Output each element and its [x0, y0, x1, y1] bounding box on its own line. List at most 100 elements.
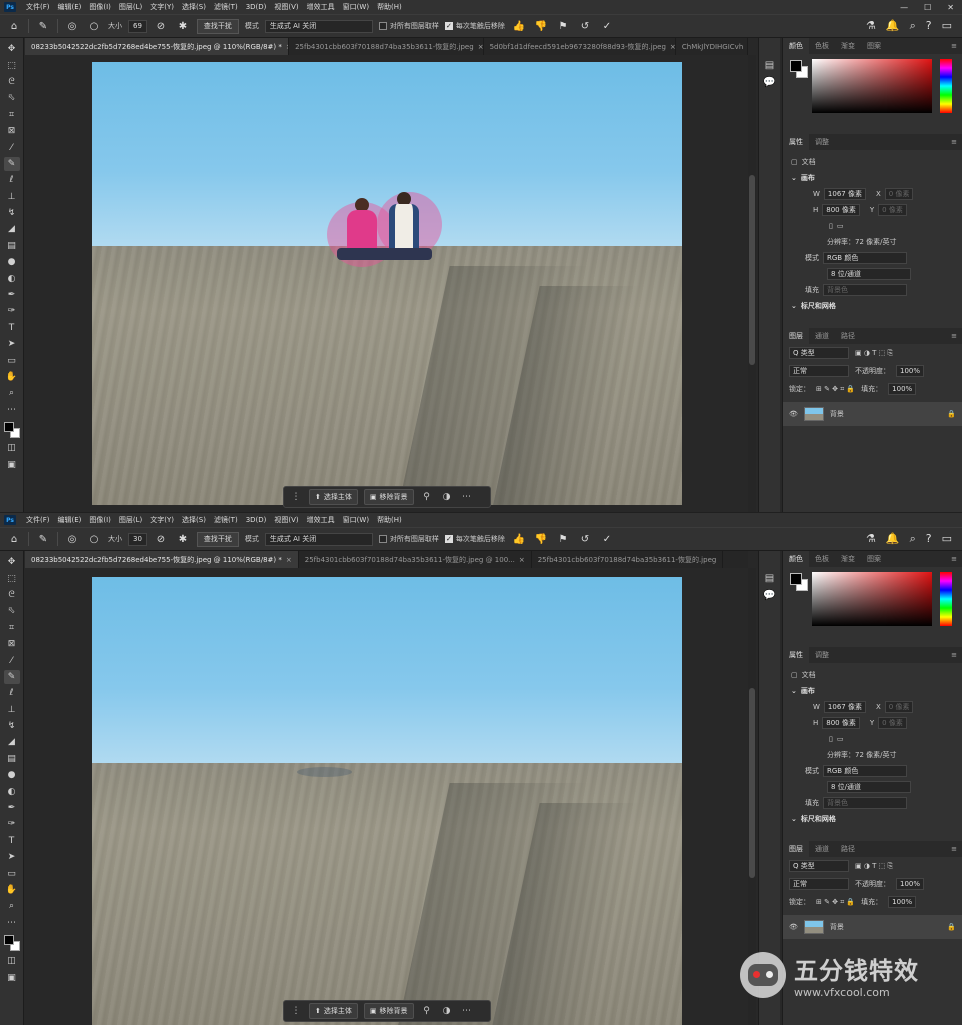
close-button[interactable]: ✕	[947, 3, 954, 12]
brush-tool-icon[interactable]: ℓ	[4, 686, 20, 700]
menu-window[interactable]: 窗口(W)	[339, 515, 373, 525]
fill-field[interactable]: 100%	[888, 383, 917, 395]
commit-check-icon[interactable]: ✓	[599, 18, 615, 34]
stamp-tool-icon[interactable]: ⊥	[4, 190, 20, 204]
comment-icon[interactable]: 💬	[763, 77, 775, 88]
tab-color[interactable]: 颜色	[783, 38, 809, 54]
panel-menu-icon[interactable]: ≡	[951, 332, 962, 340]
brush-preset-icon[interactable]: ◎	[64, 531, 80, 547]
history-brush-icon[interactable]: ↯	[4, 206, 20, 220]
flask-icon[interactable]: ⚗	[866, 532, 876, 546]
lasso-tool-icon[interactable]: ᘓ	[4, 588, 20, 602]
menu-edit[interactable]: 编辑(E)	[54, 515, 86, 525]
pin-icon[interactable]: ⚲	[420, 1006, 434, 1016]
canvas-section[interactable]: ⌄ 画布	[791, 683, 954, 699]
filter-icons[interactable]: ▣ ◑ T ⬚ ⎘	[855, 349, 893, 358]
close-icon[interactable]: ×	[286, 556, 292, 564]
maximize-button[interactable]: ☐	[924, 3, 931, 12]
blend-mode-select[interactable]: 正常	[789, 365, 849, 377]
tab-swatches[interactable]: 色板	[809, 38, 835, 54]
history-brush-icon[interactable]: ↯	[4, 719, 20, 733]
type-tool-icon[interactable]: T	[4, 834, 20, 848]
layer-kind-filter[interactable]: Q 类型	[789, 860, 849, 872]
tab-patterns[interactable]: 图案	[861, 38, 887, 54]
tab-adjustments[interactable]: 调整	[809, 647, 835, 663]
tab-adjustments[interactable]: 调整	[809, 134, 835, 150]
screen-mode-icon[interactable]: ▣	[4, 457, 20, 471]
type-tool-icon[interactable]: T	[4, 321, 20, 335]
tab-layers[interactable]: 图层	[783, 328, 809, 344]
gradient-tool-icon[interactable]: ▤	[4, 239, 20, 253]
checkbox-box-checked[interactable]: ✓	[444, 22, 453, 30]
zoom-tool-icon[interactable]: ⌕	[4, 899, 20, 913]
scrollbar-thumb[interactable]	[749, 175, 755, 365]
color-swatches[interactable]	[3, 934, 21, 952]
menu-plugins[interactable]: 增效工具	[303, 2, 339, 12]
remove-tool-icon[interactable]: ✎	[35, 18, 51, 34]
menu-help[interactable]: 帮助(H)	[373, 515, 406, 525]
select-subject-button[interactable]: ⬆ 选择主体	[309, 1003, 358, 1019]
hue-slider[interactable]	[940, 59, 952, 113]
panel-menu-icon[interactable]: ≡	[951, 138, 962, 146]
workspace-icon[interactable]: ▭	[942, 19, 952, 33]
saturation-field[interactable]	[812, 59, 932, 113]
comment-icon[interactable]: 💬	[763, 590, 775, 601]
document-image[interactable]	[92, 62, 682, 505]
flag-icon[interactable]: ⚑	[555, 531, 571, 547]
move-tool-icon[interactable]: ✥	[4, 42, 20, 56]
settings-icon[interactable]: ✱	[175, 18, 191, 34]
landscape-icon[interactable]: ▭	[837, 222, 844, 230]
close-icon[interactable]: ×	[519, 556, 525, 564]
checkbox-box-checked[interactable]: ✓	[444, 535, 453, 543]
more-icon[interactable]: ⋯	[460, 492, 474, 502]
rectangle-tool-icon[interactable]: ▭	[4, 353, 20, 367]
gradient-tool-icon[interactable]: ▤	[4, 752, 20, 766]
filter-icons[interactable]: ▣ ◑ T ⬚ ⎘	[855, 862, 893, 871]
more-tools-icon[interactable]: ⋯	[4, 403, 20, 417]
pen-tool-icon[interactable]: ✒	[4, 288, 20, 302]
remove-tool-icon[interactable]: ✎	[3, 669, 20, 685]
mode-select[interactable]: 生成式 AI 关闭	[264, 532, 373, 546]
landscape-icon[interactable]: ▭	[837, 735, 844, 743]
sample-all-checkbox[interactable]: 对所有图层取样	[378, 21, 439, 31]
marquee-tool-icon[interactable]: ⬚	[4, 571, 20, 585]
remove-after-checkbox[interactable]: ✓ 每次笔触后移除	[444, 534, 505, 544]
path-select-tool-icon[interactable]: ➤	[4, 850, 20, 864]
hand-tool-icon[interactable]: ✋	[4, 370, 20, 384]
document-tab[interactable]: 08233b5042522dc2fb5d7268ed4be755-恢复的.jpe…	[25, 38, 290, 55]
color-mode-select[interactable]: RGB 颜色	[823, 765, 907, 777]
document-tab[interactable]: 25fb4301cbb603f70188d74ba35b3611-恢复的.jpe…	[532, 551, 724, 568]
color-swatches[interactable]	[3, 421, 21, 439]
menu-3d[interactable]: 3D(D)	[242, 3, 271, 11]
menu-view[interactable]: 视图(V)	[270, 2, 302, 12]
menu-filter[interactable]: 滤镜(T)	[210, 2, 242, 12]
menu-image[interactable]: 图像(I)	[85, 2, 115, 12]
canvas-section[interactable]: ⌄ 画布	[791, 170, 954, 186]
remove-tool-icon[interactable]: ✎	[35, 531, 51, 547]
zoom-tool-icon[interactable]: ⌕	[4, 386, 20, 400]
crop-tool-icon[interactable]: ⌗	[4, 621, 20, 635]
menu-plugins[interactable]: 增效工具	[303, 515, 339, 525]
workspace-icon[interactable]: ▭	[942, 532, 952, 546]
eyedropper-tool-icon[interactable]: ⁄	[4, 140, 20, 154]
height-field[interactable]: 800 像素	[822, 204, 860, 216]
tab-swatches[interactable]: 色板	[809, 551, 835, 567]
tab-paths[interactable]: 路径	[835, 841, 861, 857]
pressure-icon[interactable]: ⊘	[153, 18, 169, 34]
brush-preset-icon[interactable]: ◎	[64, 18, 80, 34]
vertical-scrollbar[interactable]	[748, 55, 756, 512]
panel-menu-icon[interactable]: ≡	[951, 845, 962, 853]
opacity-field[interactable]: 100%	[896, 365, 925, 377]
help-icon[interactable]: ?	[926, 19, 932, 33]
history-icon[interactable]: ▤	[765, 60, 774, 71]
blur-tool-icon[interactable]: ●	[4, 768, 20, 782]
menu-select[interactable]: 选择(S)	[178, 2, 210, 12]
document-tab[interactable]: ChMkJlYDIHGICvh	[676, 38, 748, 55]
flag-icon[interactable]: ⚑	[555, 18, 571, 34]
color-mode-select[interactable]: RGB 颜色	[823, 252, 907, 264]
brush-tool-icon[interactable]: ℓ	[4, 173, 20, 187]
move-tool-icon[interactable]: ✥	[4, 555, 20, 569]
hue-slider[interactable]	[940, 572, 952, 626]
menu-file[interactable]: 文件(F)	[22, 2, 54, 12]
eye-icon[interactable]: 👁	[789, 923, 798, 931]
